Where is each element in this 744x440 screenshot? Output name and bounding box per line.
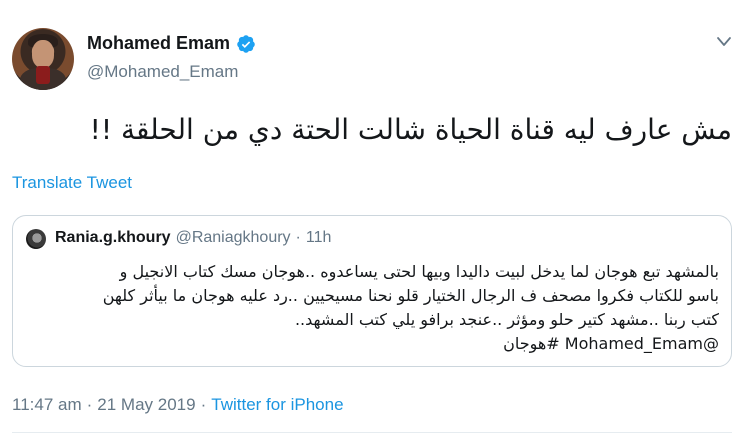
- meta-separator: ·: [200, 395, 207, 414]
- tweet-source-link[interactable]: Twitter for iPhone: [211, 395, 343, 415]
- divider: [12, 432, 732, 433]
- author-avatar[interactable]: [12, 28, 74, 90]
- author-display-name[interactable]: Mohamed Emam: [87, 33, 230, 54]
- quoted-tweet[interactable]: Rania.g.khoury @Raniagkhoury · 11h بالمش…: [12, 215, 732, 367]
- tweet-meta: 11:47 am · 21 May 2019 · Twitter for iPh…: [12, 395, 344, 415]
- quoted-text-line: باسو للكتاب فكروا مصحف ف الرجال الختيار …: [102, 286, 719, 305]
- quoted-tweet-header: Rania.g.khoury @Raniagkhoury · 11h: [55, 229, 331, 247]
- avatar-face: [32, 40, 54, 68]
- chevron-down-icon[interactable]: [716, 36, 732, 48]
- translate-tweet-link[interactable]: Translate Tweet: [12, 173, 132, 193]
- tweet-text: مش عارف ليه قناة الحياة شالت الحتة دي من…: [89, 113, 732, 146]
- tweet-card: Mohamed Emam @Mohamed_Emam مش عارف ليه ق…: [0, 0, 744, 440]
- quoted-tweet-text: بالمشهد تبع هوجان لما يدخل لبيت داليدا و…: [25, 260, 719, 356]
- author-handle[interactable]: @Mohamed_Emam: [87, 62, 238, 82]
- quoted-author-handle: @Raniagkhoury: [175, 229, 291, 246]
- author-name-row[interactable]: Mohamed Emam: [87, 33, 256, 54]
- verified-badge-icon: [237, 34, 255, 53]
- avatar-scarf: [36, 66, 50, 84]
- meta-separator: ·: [86, 395, 93, 414]
- quoted-text-line: بالمشهد تبع هوجان لما يدخل لبيت داليدا و…: [119, 262, 719, 281]
- tweet-time[interactable]: 11:47 am: [12, 395, 82, 415]
- quoted-author-name: Rania.g.khoury: [55, 229, 171, 246]
- quoted-text-line-mentions[interactable]: @Mohamed_Emam #هوجان: [25, 332, 719, 356]
- quoted-separator: ·: [295, 229, 301, 246]
- tweet-date[interactable]: 21 May 2019: [97, 395, 195, 415]
- quoted-text-line: كتب ربنا ..مشهد كتير حلو ومؤثر ..عنجد بر…: [294, 310, 719, 329]
- quoted-author-avatar: [26, 229, 46, 249]
- quoted-timestamp: 11h: [305, 229, 332, 246]
